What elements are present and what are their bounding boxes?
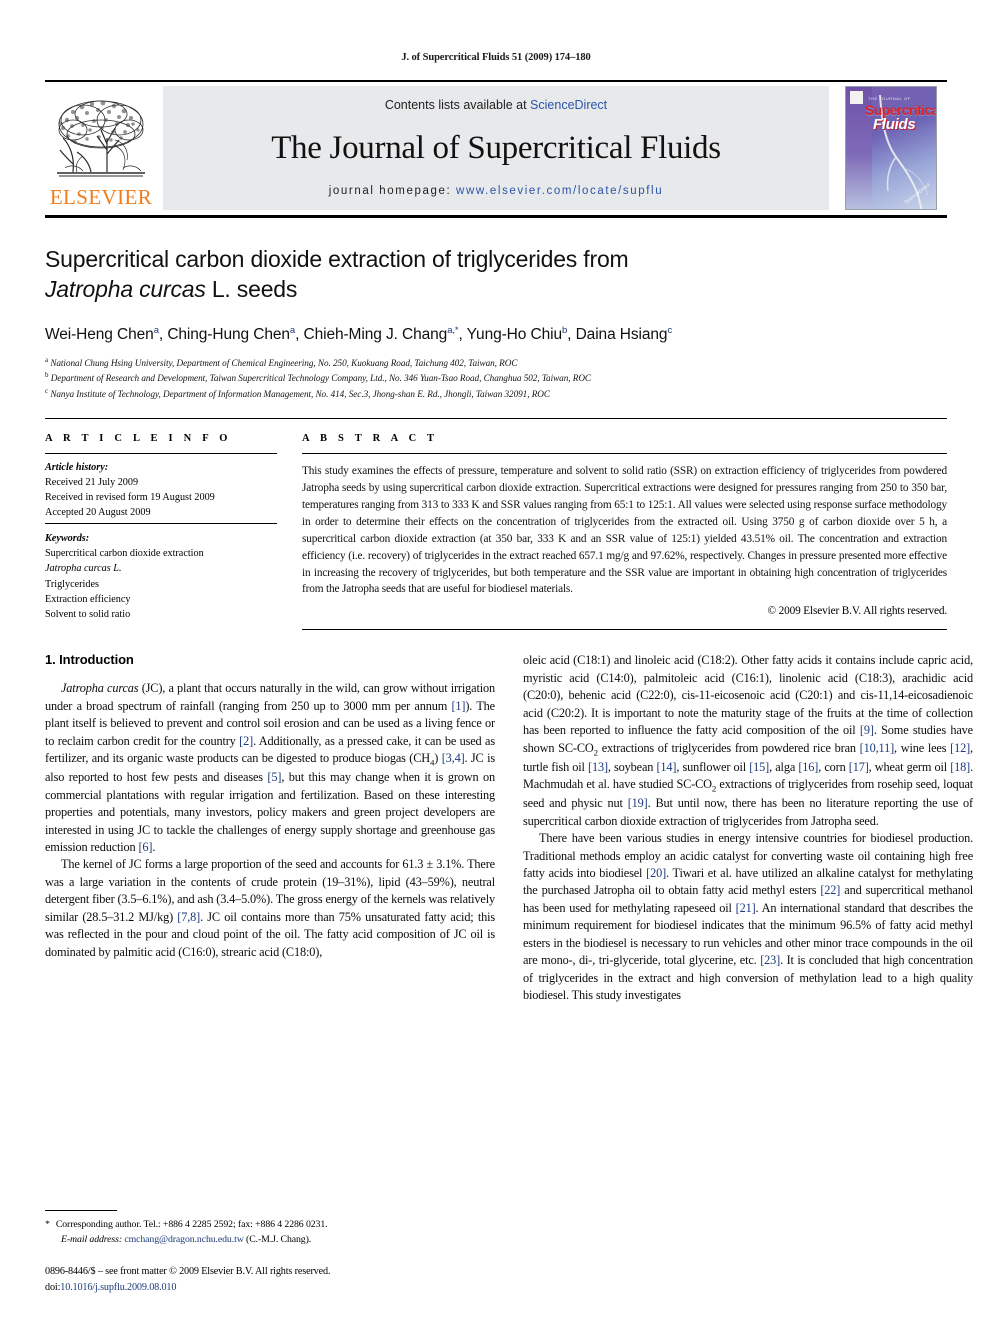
running-head: J. of Supercritical Fluids 51 (2009) 174… bbox=[401, 52, 591, 63]
footnote-line-1: Corresponding author. Tel.: +886 4 2285 … bbox=[55, 1219, 328, 1231]
affiliation-mark: a bbox=[45, 355, 49, 364]
elsevier-wordmark: ELSEVIER bbox=[49, 185, 153, 209]
cover-elsevier-mark bbox=[850, 91, 863, 104]
author: Ching-Hung Chena bbox=[167, 324, 296, 343]
keyword-item: Triglycerides bbox=[45, 578, 99, 590]
article-info-heading: A R T I C L E I N F O bbox=[45, 432, 232, 444]
keyword-item: Jatropha curcas L. bbox=[45, 563, 122, 575]
doi-label: doi: bbox=[45, 1281, 61, 1293]
doi-link[interactable]: 10.1016/j.supflu.2009.08.010 bbox=[60, 1282, 176, 1293]
footnote-email-line: E-mail address: cmchang@dragon.nchu.edu.… bbox=[45, 1233, 495, 1248]
affiliation-text: Department of Research and Development, … bbox=[50, 373, 591, 384]
affiliation-list: a National Chung Hsing University, Depar… bbox=[45, 355, 947, 401]
author-affiliation-mark: a bbox=[289, 324, 296, 336]
sciencedirect-link[interactable]: ScienceDirect bbox=[530, 98, 607, 112]
cover-title-fluids: Fluids bbox=[873, 116, 916, 133]
author-name: Yung-Ho Chiu bbox=[466, 325, 562, 343]
affiliation-mark: c bbox=[45, 386, 49, 395]
author-affiliation-mark: b bbox=[561, 324, 568, 336]
affiliation-text: National Chung Hsing University, Departm… bbox=[50, 358, 518, 368]
paragraph: The kernel of JC forms a large proportio… bbox=[45, 857, 495, 959]
author: Chieh-Ming J. Changa,* bbox=[303, 324, 459, 343]
abstract-heading: A B S T R A C T bbox=[302, 432, 439, 444]
abstract-text: This study examines the effects of press… bbox=[302, 464, 947, 596]
issn-line: 0896-8446/$ – see front matter © 2009 El… bbox=[45, 1266, 331, 1278]
elsevier-logo: ELSEVIER bbox=[45, 86, 157, 210]
keyword-item: Extraction efficiency bbox=[45, 594, 131, 605]
section-title-introduction: 1. Introduction bbox=[45, 652, 134, 668]
journal-cover-thumbnail: THE JOURNAL OF Supercritical Fluids Scie… bbox=[835, 86, 947, 210]
author: Yung-Ho Chiub bbox=[466, 324, 568, 343]
journal-masthead: ELSEVIER Contents lists available at Sci… bbox=[45, 80, 947, 218]
author-name: Daina Hsiang bbox=[575, 325, 668, 343]
footnote-rule bbox=[45, 1210, 117, 1212]
journal-homepage-line: journal homepage: www.elsevier.com/locat… bbox=[329, 185, 663, 197]
issn-copyright-block: 0896-8446/$ – see front matter © 2009 El… bbox=[45, 1264, 495, 1295]
abstract-column: A B S T R A C T This study examines the … bbox=[302, 433, 947, 631]
contents-available-line: Contents lists available at ScienceDirec… bbox=[385, 98, 607, 112]
author-name: Chieh-Ming J. Chang bbox=[303, 325, 448, 343]
affiliation-item: c Nanya Institute of Technology, Departm… bbox=[45, 386, 947, 401]
article-info-column: A R T I C L E I N F O Article history: R… bbox=[45, 433, 277, 631]
doi-line: doi:10.1016/j.supflu.2009.08.010 bbox=[45, 1280, 495, 1295]
paper-page: J. of Supercritical Fluids 51 (2009) 174… bbox=[0, 0, 992, 1323]
email-link[interactable]: cmchang@dragon.nchu.edu.tw bbox=[124, 1234, 243, 1245]
homepage-label: journal homepage: bbox=[328, 185, 452, 197]
history-item: Accepted 20 August 2009 bbox=[45, 506, 151, 518]
author-list: Wei-Heng Chena, Ching-Hung Chena, Chieh-… bbox=[45, 324, 673, 343]
article-history-block: Article history: Received 21 July 2009 R… bbox=[45, 454, 277, 521]
cover-top-text: THE JOURNAL OF bbox=[868, 96, 911, 101]
keywords-block: Keywords: Supercritical carbon dioxide e… bbox=[45, 524, 277, 623]
footnote-region: * Corresponding author. Tel.: +886 4 2285… bbox=[45, 1210, 495, 1295]
paragraph: Jatropha curcas (JC), a plant that occur… bbox=[45, 681, 495, 855]
paragraph: There have been various studies in energ… bbox=[523, 831, 974, 1003]
author-affiliation-mark: a bbox=[153, 324, 159, 336]
author-affiliation-mark: c bbox=[667, 324, 673, 336]
affiliation-item: a National Chung Hsing University, Depar… bbox=[45, 355, 947, 370]
title-block: Supercritical carbon dioxide extraction … bbox=[45, 218, 947, 401]
journal-banner: Contents lists available at ScienceDirec… bbox=[163, 86, 829, 210]
footnote-marker: * bbox=[45, 1219, 50, 1231]
title-line-1: Supercritical carbon dioxide extraction … bbox=[45, 246, 629, 272]
email-suffix: (C.-M.J. Chang). bbox=[243, 1233, 312, 1245]
right-column: oleic acid (C18:1) and linoleic acid (C1… bbox=[523, 652, 973, 1004]
author: Wei-Heng Chena bbox=[45, 324, 159, 343]
cover-image: THE JOURNAL OF Supercritical Fluids Scie… bbox=[845, 86, 937, 210]
email-label: E-mail address: bbox=[61, 1233, 122, 1245]
author-name: Wei-Heng Chen bbox=[45, 325, 154, 343]
abstract-copyright: © 2009 Elsevier B.V. All rights reserved… bbox=[767, 605, 948, 618]
body-columns: 1. Introduction Jatropha curcas (JC), a … bbox=[45, 652, 973, 1004]
title-line-2-rest: L. seeds bbox=[205, 275, 298, 302]
abstract-bottom-rule bbox=[302, 629, 947, 631]
title-line-2-species: Jatropha curcas bbox=[45, 275, 206, 302]
left-column: 1. Introduction Jatropha curcas (JC), a … bbox=[45, 652, 495, 1004]
elsevier-tree-icon bbox=[57, 100, 145, 177]
corresponding-author-note: * Corresponding author. Tel.: +886 4 2285… bbox=[45, 1218, 495, 1247]
info-abstract-region: A R T I C L E I N F O Article history: R… bbox=[45, 417, 947, 631]
author-name: Ching-Hung Chen bbox=[167, 325, 290, 343]
affiliation-item: b Department of Research and Development… bbox=[45, 370, 947, 385]
homepage-url-link[interactable]: www.elsevier.com/locate/supflu bbox=[456, 185, 663, 197]
article-history-label: Article history: bbox=[45, 461, 109, 473]
affiliation-mark: b bbox=[45, 371, 49, 380]
keyword-item: Supercritical carbon dioxide extraction bbox=[45, 548, 204, 560]
history-item: Received 21 July 2009 bbox=[45, 476, 139, 488]
journal-title: The Journal of Supercritical Fluids bbox=[271, 130, 721, 166]
paragraph: oleic acid (C18:1) and linoleic acid (C1… bbox=[523, 653, 974, 828]
contents-prefix: Contents lists available at bbox=[384, 98, 531, 112]
history-item: Received in revised form 19 August 2009 bbox=[45, 491, 215, 503]
page-title: Supercritical carbon dioxide extraction … bbox=[45, 245, 947, 305]
author-affiliation-mark: a,* bbox=[447, 324, 459, 336]
keyword-item: Solvent to solid ratio bbox=[45, 609, 131, 621]
affiliation-text: Nanya Institute of Technology, Departmen… bbox=[50, 388, 550, 399]
author: Daina Hsiangc bbox=[575, 324, 673, 343]
keywords-label: Keywords: bbox=[45, 532, 90, 544]
